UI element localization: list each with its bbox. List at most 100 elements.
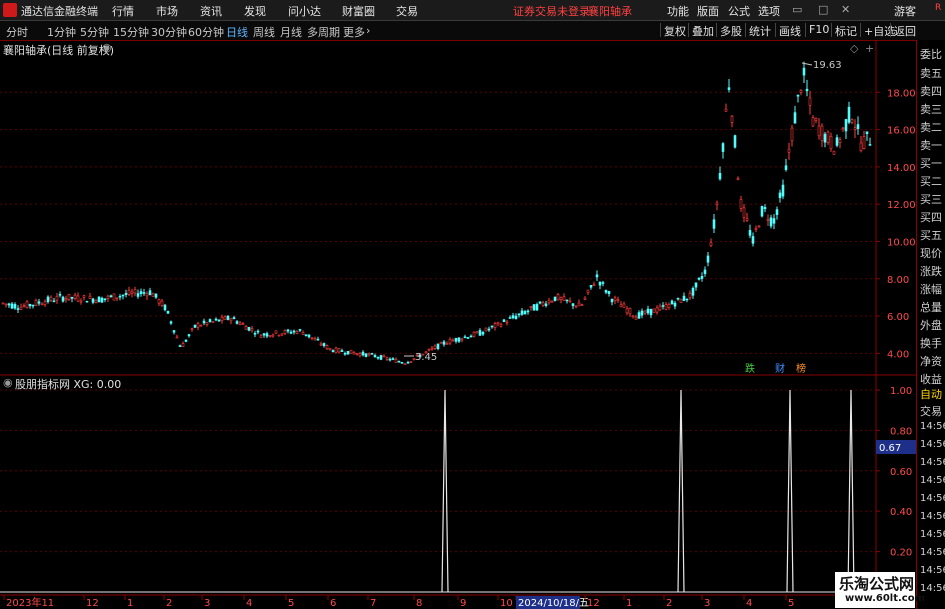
candle-body: [865, 131, 869, 135]
y-tick-label: 18.00: [887, 88, 916, 99]
candle-body: [364, 353, 368, 357]
candle-body: [595, 274, 599, 278]
candle-body: [718, 173, 722, 180]
candle-body: [628, 308, 632, 315]
candle-body: [643, 310, 647, 314]
candle-body: [244, 326, 248, 330]
rp-time: 14:56: [920, 421, 945, 432]
candle-body: [328, 348, 332, 351]
candle-body: [19, 306, 23, 310]
candle-body: [28, 303, 32, 307]
rp-turnover: 换手: [920, 337, 942, 350]
candle-body: [448, 339, 452, 344]
candle-body: [163, 304, 167, 311]
candle-body: [181, 343, 185, 347]
candle-body: [475, 331, 479, 334]
expand-icon[interactable]: +: [865, 42, 874, 55]
candle-body: [388, 358, 392, 361]
candle-body: [565, 299, 569, 302]
candle-body: [667, 304, 671, 309]
candle-body: [304, 334, 308, 336]
y-tick-label: 0.20: [890, 548, 912, 559]
rp-auto[interactable]: 自动: [920, 386, 942, 402]
candle-body: [838, 139, 842, 144]
diamond-icon[interactable]: ◇: [850, 42, 858, 55]
y-tick-label: 1.00: [890, 386, 912, 397]
candle-body: [466, 337, 470, 339]
rp-bid1[interactable]: 买一: [920, 155, 942, 171]
candle-body: [739, 199, 743, 209]
candle-body: [382, 355, 386, 358]
rp-ask3[interactable]: 卖三: [920, 101, 942, 117]
candle-body: [724, 108, 728, 112]
watermark-logo: 乐淘公式网 www.60lt.com: [835, 572, 925, 608]
high-price-label: 19.63: [813, 60, 842, 71]
rp-ask4[interactable]: 卖四: [920, 83, 942, 99]
candle-body: [232, 317, 236, 320]
candle-body: [781, 184, 785, 197]
candle-body: [811, 117, 815, 127]
candle-body: [634, 316, 638, 320]
rp-trade[interactable]: 交易: [920, 403, 942, 419]
candle-body: [220, 316, 224, 321]
x-tick-label: 12: [86, 598, 99, 609]
candle-body: [778, 192, 782, 199]
low-price-label: 3.45: [415, 352, 437, 363]
x-tick-label: 3: [204, 598, 210, 609]
rp-bid3[interactable]: 买三: [920, 191, 942, 207]
candle-body: [790, 127, 794, 142]
candle-body: [76, 295, 80, 302]
indicator-menu-icon[interactable]: ◉: [3, 376, 13, 389]
candle-body: [505, 321, 509, 324]
chart-menu-icon[interactable]: ◉: [102, 41, 112, 54]
candle-body: [211, 321, 215, 323]
rp-ask1[interactable]: 卖一: [920, 137, 942, 153]
marker-drop[interactable]: 跌: [745, 360, 755, 375]
candle-body: [100, 297, 104, 303]
candle-body: [703, 269, 707, 274]
cursor-value: 0.67: [879, 443, 901, 454]
candle-body: [772, 218, 776, 224]
y-tick-label: 12.00: [887, 200, 916, 211]
candle-body: [154, 293, 158, 298]
rp-bid5[interactable]: 买五: [920, 227, 942, 243]
candle-body: [247, 326, 251, 331]
candle-body: [700, 275, 704, 279]
candle-body: [79, 300, 83, 303]
candle-body: [577, 302, 581, 307]
watermark-url: www.60lt.com: [845, 593, 926, 604]
candle-body: [637, 312, 641, 319]
marker-finance[interactable]: 财: [775, 360, 785, 375]
quote-panel: 委比 卖五 卖四 卖三 卖二 卖一 买一 买二 买三 买四 买五 现价 涨跌 涨…: [916, 40, 945, 609]
rp-time: 14:56: [920, 529, 945, 540]
candle-body: [682, 295, 686, 301]
candle-body: [61, 296, 65, 302]
x-tick-label: 12: [587, 598, 600, 609]
candle-body: [757, 225, 761, 228]
candle-body: [151, 293, 155, 297]
candle-body: [493, 323, 497, 328]
candle-body: [709, 242, 713, 246]
candle-body: [490, 325, 494, 328]
chart-area[interactable]: 18.00 16.00 14.00 12.00 10.00 8.00 6.00 4.00 1.…: [0, 0, 945, 609]
y-tick-label: 10.00: [887, 237, 916, 248]
rp-ask5[interactable]: 卖五: [920, 65, 942, 81]
candle-body: [127, 290, 131, 295]
candle-body: [358, 353, 362, 357]
candle-body: [379, 355, 383, 360]
marker-rank[interactable]: 榜: [796, 360, 806, 375]
rp-bid4[interactable]: 买四: [920, 209, 942, 225]
candle-body: [229, 318, 233, 322]
candle-body: [433, 345, 437, 349]
rp-bid2[interactable]: 买二: [920, 173, 942, 189]
rp-ask2[interactable]: 卖二: [920, 119, 942, 135]
candle-body: [178, 345, 182, 347]
x-tick-label: 10: [500, 598, 513, 609]
candle-body: [457, 337, 461, 342]
rp-price: 现价: [920, 247, 942, 260]
candle-body: [1, 302, 5, 305]
candle-body: [253, 332, 257, 335]
y-tick-label: 0.40: [890, 507, 912, 518]
candle-body: [541, 302, 545, 306]
candle-body: [535, 304, 539, 311]
